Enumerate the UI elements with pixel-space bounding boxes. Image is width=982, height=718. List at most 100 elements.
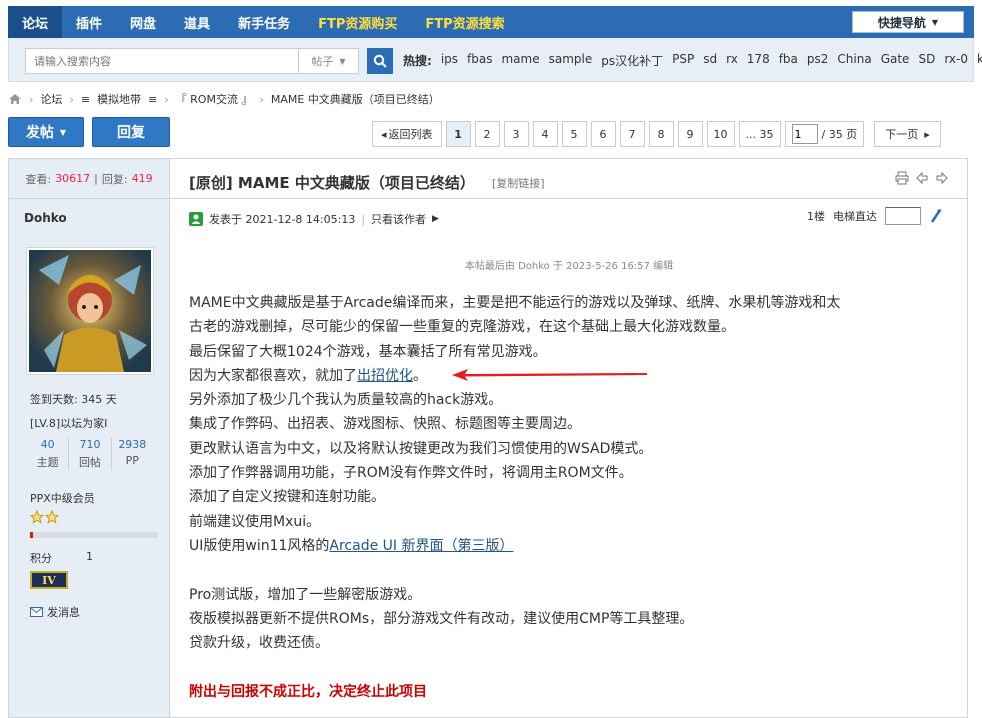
floor-jump-input[interactable] (885, 207, 921, 225)
hot-term[interactable]: fbas (467, 52, 492, 69)
quick-nav-label: 快捷导航 (877, 15, 926, 30)
page-link[interactable]: 9 (677, 121, 703, 147)
nav-ftp-buy[interactable]: FTP资源购买 (304, 6, 411, 38)
post-line: 集成了作弊码、出招表、游戏图标、快照、标题图等主要周边。 (189, 416, 581, 433)
hot-term[interactable]: sd (703, 52, 717, 69)
move-optimization-link[interactable]: 出招优化 (357, 368, 413, 384)
hot-term[interactable]: rx-0 (944, 52, 968, 69)
avatar[interactable] (26, 247, 154, 375)
search-button[interactable] (367, 48, 393, 74)
hot-term[interactable]: Gate (881, 52, 910, 69)
page-link[interactable]: 6 (590, 121, 616, 147)
breadcrumb-emulation[interactable]: 模拟地带 (97, 91, 141, 107)
stat-threads[interactable]: 40 主题 (27, 438, 70, 470)
post-line: UI版使用win11风格的Arcade UI 新界面（第三版） (189, 534, 949, 558)
top-nav: 论坛 插件 网盘 道具 新手任务 FTP资源购买 FTP资源搜索 快捷导航 ▼ (8, 6, 974, 38)
hot-term[interactable]: 178 (747, 52, 770, 69)
post-line: 古老的游戏删掉，尽可能少的保留一些重复的克隆游戏，在这个基础上最大化游戏数量。 (189, 319, 735, 336)
nav-netdisk[interactable]: 网盘 (116, 6, 170, 38)
post-text: 。 (413, 367, 427, 384)
breadcrumb-thread[interactable]: MAME 中文典藏版（项目已终结） (271, 91, 440, 107)
stat-label: PP (125, 454, 139, 467)
page-link[interactable]: 3 (503, 121, 529, 147)
nav-plugins[interactable]: 插件 (62, 6, 116, 38)
nav-forum[interactable]: 论坛 (8, 6, 63, 38)
search-type-select[interactable]: 帖子 ▼ (299, 48, 359, 74)
pagination: ◂ 返回列表 1 2 3 4 5 6 7 8 9 10 ... 35 / 35 … (372, 121, 941, 147)
post-line: 夜版模拟器更新不提供ROMs，部分游戏文件有改动，建议使用CMP等工具整理。 (189, 610, 694, 627)
hot-term[interactable]: SD (918, 52, 935, 69)
post-date: 发表于 2021-12-8 14:05:13 (209, 213, 356, 226)
hot-term[interactable]: sample (549, 52, 593, 69)
stat-replies[interactable]: 710 回帖 (69, 438, 112, 470)
hot-term[interactable]: kof99ryu (977, 52, 982, 69)
member-group: PPX中级会员 (30, 492, 95, 505)
chevron-right-icon: › (69, 92, 74, 106)
send-message-label: 发消息 (47, 606, 80, 619)
page-link[interactable]: 8 (648, 121, 674, 147)
hot-term[interactable]: fba (779, 52, 798, 69)
avatar-image (29, 250, 151, 372)
search-type-label: 帖子 (311, 55, 334, 68)
page-jump-input[interactable] (791, 124, 818, 144)
post-line: Pro测试版，增加了一些解密版游戏。 (189, 586, 422, 603)
page-link[interactable]: 5 (561, 121, 587, 147)
stat-value: 2938 (118, 438, 147, 451)
stat-value: 40 (40, 438, 55, 451)
send-message-link[interactable]: 发消息 (30, 604, 80, 620)
next-thread-icon[interactable] (935, 171, 949, 185)
hot-term[interactable]: China (837, 52, 871, 69)
hot-term[interactable]: ps2 (807, 52, 829, 69)
user-online-icon (189, 212, 203, 226)
arcade-ui-link[interactable]: Arcade UI 新界面（第三版） (329, 538, 513, 554)
copy-link-button[interactable]: [复制链接] (492, 175, 545, 191)
post-line: 最后保留了大概1024个游戏，基本囊括了所有常见游戏。 (189, 343, 547, 360)
reply-button[interactable]: 回复 (92, 117, 170, 147)
floor-nav: 1楼 电梯直达 (807, 207, 943, 225)
nav-ftp-search[interactable]: FTP资源搜索 (411, 6, 518, 38)
next-page-button[interactable]: 下一页 ▸ (874, 121, 941, 147)
chevron-right-icon: › (259, 92, 264, 106)
breadcrumb-forum[interactable]: 论坛 (40, 91, 62, 107)
caret-down-icon: ▼ (931, 17, 939, 27)
prev-thread-icon[interactable] (915, 171, 929, 185)
user-stats: 40 主题 710 回帖 2938 PP (27, 438, 153, 470)
menu-icon: ≡ (80, 92, 91, 106)
page-link[interactable]: 1 (445, 121, 471, 147)
print-icon[interactable] (895, 171, 909, 185)
page-link-last[interactable]: ... 35 (738, 121, 781, 147)
elevator-label: 电梯直达 (833, 210, 877, 223)
page-link[interactable]: 4 (532, 121, 558, 147)
quick-nav-button[interactable]: 快捷导航 ▼ (852, 11, 964, 33)
chevron-right-icon: › (164, 92, 169, 106)
new-post-button[interactable]: 发帖 ▼ (8, 117, 84, 147)
hot-term[interactable]: rx (726, 52, 738, 69)
page-link[interactable]: 7 (619, 121, 645, 147)
post-meta: 发表于 2021-12-8 14:05:13 | 只看该作者 ▶ (189, 211, 439, 227)
only-author-link[interactable]: 只看该作者 (371, 211, 426, 227)
hot-term[interactable]: ips (441, 52, 458, 69)
go-icon[interactable] (929, 208, 943, 224)
post-title: [原创] MAME 中文典藏版（项目已终结） (189, 174, 475, 192)
post-line-highlight: 附出与回报不成正比，决定终止此项目 (189, 683, 427, 700)
home-icon[interactable] (8, 93, 22, 105)
back-to-list-button[interactable]: ◂ 返回列表 (372, 121, 442, 147)
points-value: 1 (86, 550, 93, 563)
stats-separator: | (94, 172, 98, 185)
search-input[interactable] (25, 48, 299, 74)
stat-pp[interactable]: 2938 PP (112, 438, 153, 470)
page-link[interactable]: 10 (706, 121, 735, 147)
author-name[interactable]: Dohko (24, 211, 67, 225)
breadcrumb-rom-board[interactable]: 『 ROM交流 』 (176, 91, 253, 107)
hot-term[interactable]: PSP (672, 52, 694, 69)
stat-value: 710 (79, 438, 101, 451)
thread-stats: 查看: 30617 | 回复: 419 (9, 159, 169, 199)
hot-term[interactable]: ps汉化补丁 (601, 52, 663, 69)
hot-term[interactable]: mame (501, 52, 539, 69)
post-line: 添加了自定义按键和连射功能。 (189, 489, 385, 506)
points-label: 积分 (30, 552, 52, 565)
nav-newbie-tasks[interactable]: 新手任务 (224, 6, 304, 38)
nav-items[interactable]: 道具 (170, 6, 224, 38)
page-link[interactable]: 2 (474, 121, 500, 147)
